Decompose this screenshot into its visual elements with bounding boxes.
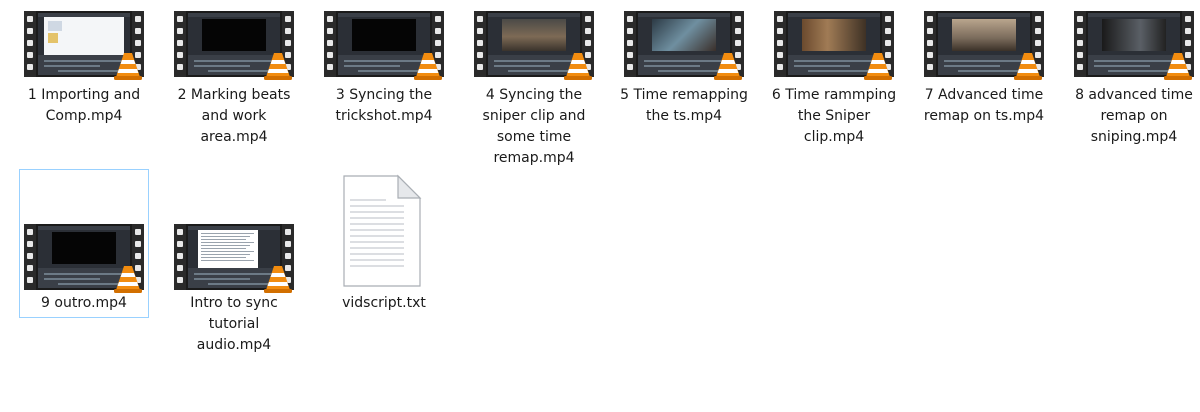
file-item[interactable]: 5 Time remapping the ts.mp4 (619, 6, 749, 158)
file-item[interactable]: 2 Marking beats and work area.mp4 (169, 6, 299, 158)
video-thumbnail (474, 11, 594, 81)
file-name-label: 3 Syncing the trickshot.mp4 (335, 87, 433, 124)
vlc-cone-icon (114, 51, 142, 81)
file-name-label: 1 Importing and Comp.mp4 (27, 87, 141, 124)
vlc-cone-icon (264, 264, 292, 294)
file-item[interactable]: 9 outro.mp4 (19, 169, 149, 318)
video-thumbnail (24, 224, 144, 294)
file-item[interactable]: 8 advanced time remap on sniping.mp4 (1069, 6, 1199, 158)
vlc-cone-icon (414, 51, 442, 81)
text-file-icon (320, 172, 440, 292)
video-thumbnail (1074, 11, 1194, 81)
file-name-label: 6 Time rammping the Sniper clip.mp4 (771, 87, 897, 145)
vlc-cone-icon (1164, 51, 1192, 81)
video-thumbnail (924, 11, 1044, 81)
vlc-cone-icon (1014, 51, 1042, 81)
file-name-label: 9 outro.mp4 (41, 295, 127, 311)
vlc-cone-icon (864, 51, 892, 81)
file-name-label: vidscript.txt (342, 295, 426, 311)
video-thumbnail (24, 11, 144, 81)
vlc-cone-icon (714, 51, 742, 81)
video-thumbnail (174, 224, 294, 294)
vlc-cone-icon (564, 51, 592, 81)
file-name-label: 5 Time remapping the ts.mp4 (620, 87, 748, 124)
file-name-label: Intro to sync tutorial audio.mp4 (190, 295, 278, 353)
file-name-label: 2 Marking beats and work area.mp4 (177, 87, 291, 145)
video-thumbnail (774, 11, 894, 81)
file-item[interactable]: 3 Syncing the trickshot.mp4 (319, 6, 449, 158)
file-grid: 1 Importing and Comp.mp4 2 Marking beats … (0, 0, 1200, 412)
file-item[interactable]: 6 Time rammping the Sniper clip.mp4 (769, 6, 899, 158)
vlc-cone-icon (264, 51, 292, 81)
file-item[interactable]: 7 Advanced time remap on ts.mp4 (919, 6, 1049, 158)
video-thumbnail (324, 11, 444, 81)
file-item[interactable]: 1 Importing and Comp.mp4 (19, 6, 149, 158)
vlc-cone-icon (114, 264, 142, 294)
file-name-label: 7 Advanced time remap on ts.mp4 (923, 87, 1045, 124)
file-item[interactable]: 4 Syncing the sniper clip and some time … (469, 6, 599, 166)
file-item[interactable]: vidscript.txt (319, 169, 449, 369)
file-name-label: 8 advanced time remap on sniping.mp4 (1075, 87, 1193, 145)
video-thumbnail (624, 11, 744, 81)
video-thumbnail (174, 11, 294, 81)
file-name-label: 4 Syncing the sniper clip and some time … (482, 87, 586, 166)
file-item[interactable]: Intro to sync tutorial audio.mp4 (169, 169, 299, 369)
